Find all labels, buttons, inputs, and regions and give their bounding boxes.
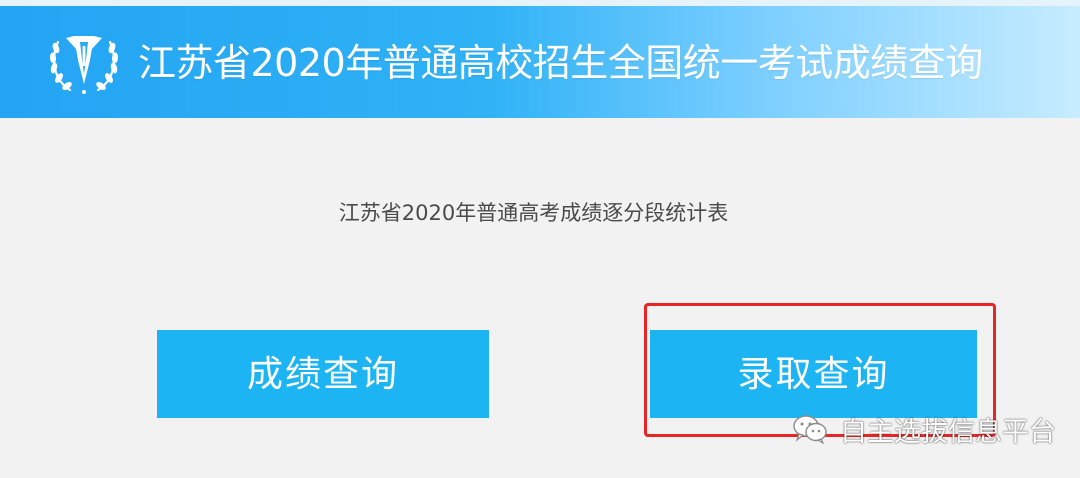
score-distribution-link[interactable]: 江苏省2020年普通高考成绩逐分段统计表 xyxy=(0,198,1067,228)
watermark: 自主选拔信息平台 xyxy=(792,410,1056,448)
score-query-button[interactable]: 成绩查询 xyxy=(157,330,489,418)
watermark-text: 自主选拔信息平台 xyxy=(840,416,1056,448)
exam-authority-emblem-icon xyxy=(49,36,119,94)
page-header: 江苏省2020年普通高校招生全国统一考试成绩查询 xyxy=(0,6,1080,118)
wechat-icon xyxy=(793,415,827,444)
page-title: 江苏省2020年普通高校招生全国统一考试成绩查询 xyxy=(138,41,983,85)
admission-query-button[interactable]: 录取查询 xyxy=(650,330,977,418)
